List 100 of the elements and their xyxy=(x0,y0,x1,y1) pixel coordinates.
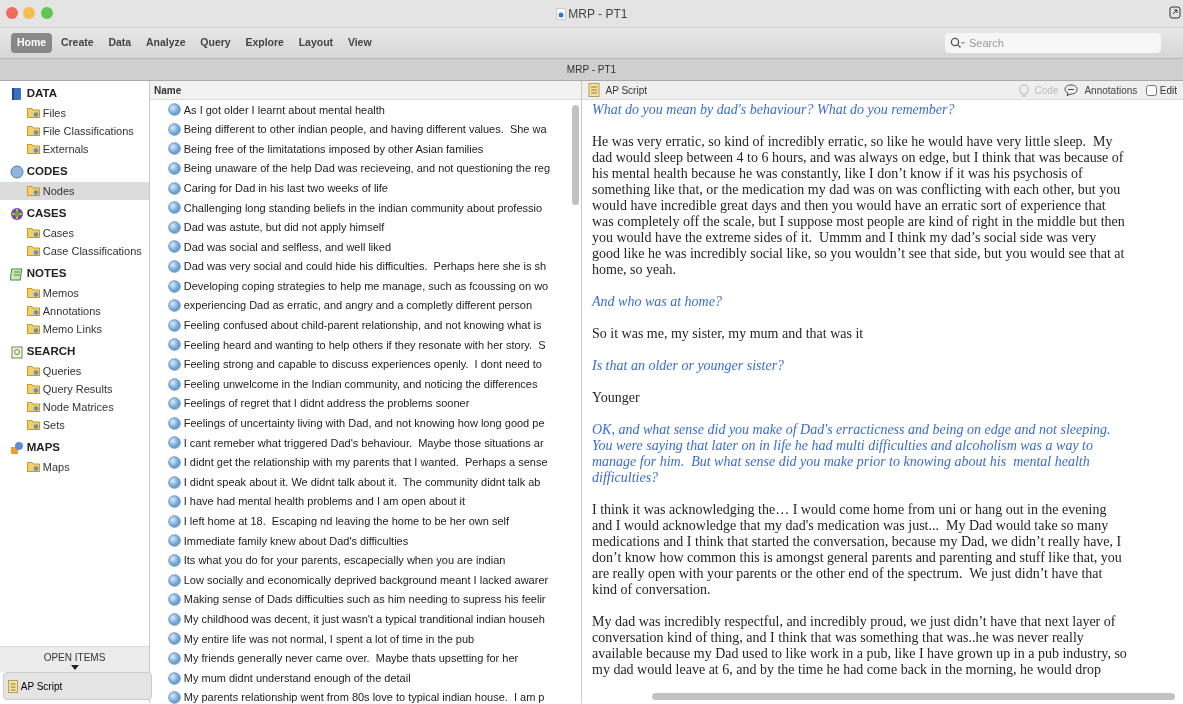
scrollbar[interactable] xyxy=(652,693,1175,700)
node-icon xyxy=(168,122,181,136)
scrollbar[interactable] xyxy=(572,105,579,205)
node-row[interactable]: My childhood was decent, it just wasn't a typical tranditional indian househ xyxy=(150,609,581,630)
node-icon xyxy=(168,338,181,352)
node-row[interactable]: Being free of the limitatations imposed by other Asian families xyxy=(150,139,581,159)
node-row[interactable]: My parents relationship went from 80s love to typical indian house. I am p xyxy=(150,687,581,704)
ribbon-tab[interactable]: Create xyxy=(54,33,100,53)
zoom-button[interactable] xyxy=(40,7,53,19)
section-title: NOTES xyxy=(26,266,67,282)
node-row[interactable]: Dad was social and selfless, and well liked xyxy=(150,237,581,257)
node-row[interactable]: I have had mental health problems and I am open about it xyxy=(150,491,581,512)
node-row[interactable]: Feelings of regret that I didnt address the problems sooner xyxy=(150,393,581,414)
node-row[interactable]: Feeling confused about child-parent relationship, and not knowing what is xyxy=(150,315,581,336)
node-icon xyxy=(168,240,181,254)
sidebar-item[interactable]: Query Results xyxy=(0,379,149,398)
sidebar-item[interactable]: Maps xyxy=(0,457,149,476)
node-row[interactable]: Immediate family knew about Dad's difficulties xyxy=(150,531,581,551)
globe-icon xyxy=(10,206,24,221)
node-row[interactable]: Feelings of uncertainty living with Dad, and not knowing how long good pe xyxy=(150,413,581,434)
edit-checkbox[interactable] xyxy=(1146,84,1157,96)
node-row[interactable]: Low socially and economically deprived background meant I lacked awarer xyxy=(150,570,581,590)
ribbon-tab[interactable]: Analyze xyxy=(139,33,192,53)
node-row[interactable]: Making sense of Dads difficulties such as him needing to supress his feelir xyxy=(150,589,581,610)
node-icon xyxy=(168,573,181,587)
share-icon[interactable] xyxy=(1169,6,1181,19)
search-field[interactable]: Search xyxy=(945,33,1161,53)
sidebar-item[interactable]: Node Matrices xyxy=(0,397,149,416)
ribbon-tab[interactable]: Data xyxy=(102,33,138,53)
sidebar-item[interactable]: Memo Links xyxy=(0,319,149,338)
ribbon-tab[interactable]: Layout xyxy=(292,33,340,53)
annotations-button[interactable]: Annotations xyxy=(1078,82,1144,98)
sidebar-item[interactable]: Externals xyxy=(0,139,149,158)
node-row[interactable]: Dad was astute, but did not apply himself xyxy=(150,217,581,238)
node-row[interactable]: My friends generally never came over. Maybe thats upsetting for her xyxy=(150,648,581,669)
node-icon xyxy=(168,181,181,195)
node-icon xyxy=(168,260,181,274)
node-row[interactable]: Being different to other indian people, and having different values. She wa xyxy=(150,119,581,140)
ribbon-tab[interactable]: Query xyxy=(194,33,237,53)
node-row[interactable]: I cant remeber what triggered Dad's behaviour. Maybe those situations ar xyxy=(150,433,581,453)
ribbon-tab[interactable]: Explore xyxy=(239,33,290,53)
column-header[interactable]: Name xyxy=(154,82,182,98)
node-icon xyxy=(168,456,181,469)
document-icon xyxy=(588,83,600,97)
sidebar-item[interactable]: Cases xyxy=(0,223,149,242)
node-icon xyxy=(168,279,181,293)
node-icon xyxy=(168,358,181,371)
edit-label: Edit xyxy=(1159,83,1177,98)
node-row[interactable]: I didnt get the relationship with my parents that I wanted. Perhaps a sense xyxy=(150,452,581,473)
node-row[interactable]: Feeling strong and capable to discuss experiences openly. I dont need to xyxy=(150,354,581,375)
node-icon xyxy=(168,220,181,234)
node-icon xyxy=(168,162,181,176)
folder-icon xyxy=(27,107,40,119)
node-row[interactable]: Being unaware of the help Dad was recieveing, and not questioning the reg xyxy=(150,158,581,179)
minimize-button[interactable] xyxy=(23,7,35,19)
folder-icon xyxy=(27,323,40,335)
answer-text: My dad was incredibly respectful, and incredibly proud, we just didn’t have that next layer of conversation kind of thing, and I think that was something that was..he was never really available because my Dad used to like work in a pub, like I have grown up in a pub industry, so my dad would leave at 6, and by the time he had come back in the morning, he would drop xyxy=(592,614,1127,678)
node-row[interactable]: My mum didnt understand enough of the detail xyxy=(150,668,581,688)
folder-icon xyxy=(27,305,40,317)
node-icon xyxy=(168,651,181,665)
folder-icon xyxy=(27,401,40,413)
sidebar-item[interactable]: Memos xyxy=(0,283,149,302)
node-icon xyxy=(168,397,181,411)
sidebar-item[interactable]: Annotations xyxy=(0,301,149,320)
node-row[interactable]: My entire life was not normal, I spent a lot of time in the pub xyxy=(150,629,581,649)
sidebar-item[interactable]: Files xyxy=(0,103,149,122)
question-text: Is that an older or younger sister? xyxy=(592,358,786,374)
section-title: CASES xyxy=(26,206,67,222)
node-row[interactable]: Caring for Dad in his last two weeks of life xyxy=(150,178,581,198)
document-icon xyxy=(555,7,566,20)
node-icon xyxy=(168,299,181,313)
sidebar-item[interactable]: Queries xyxy=(0,361,149,380)
ribbon-tab[interactable]: View xyxy=(341,33,378,53)
node-row[interactable]: I left home at 18. Escaping nd leaving the home to be her own self xyxy=(150,511,581,532)
window-title: MRP - PT1 xyxy=(568,5,628,23)
folder-icon xyxy=(27,245,40,257)
sidebar-item[interactable]: Sets xyxy=(0,415,149,434)
node-row[interactable]: As I got older I learnt about mental health xyxy=(150,100,581,120)
sidebar-item[interactable]: Case Classifications xyxy=(0,241,149,260)
close-button[interactable] xyxy=(5,7,18,19)
node-row[interactable]: Challenging long standing beliefs in the indian community about professio xyxy=(150,197,581,218)
node-row[interactable]: Feeling heard and wanting to help others if they resonate with her story. S xyxy=(150,335,581,355)
node-row[interactable]: Dad was very social and could hide his difficulties. Perhaps here she is sh xyxy=(150,256,581,277)
open-item[interactable]: AP Script xyxy=(3,672,152,700)
ribbon-tab[interactable]: Home xyxy=(11,33,53,53)
node-row[interactable]: Developing coping strategies to help me manage, such as fcoussing on wo xyxy=(150,276,581,296)
node-icon xyxy=(168,632,181,646)
node-row[interactable]: I didnt speak about it. We didnt talk about it. The community didnt talk ab xyxy=(150,472,581,492)
folder-icon xyxy=(27,461,40,473)
sidebar-item[interactable]: File Classifications xyxy=(0,121,149,140)
document-title: AP Script xyxy=(605,83,647,98)
node-row[interactable]: Its what you do for your parents, escapecially when you are indian xyxy=(150,550,581,571)
sidebar-item[interactable]: Nodes xyxy=(0,181,149,200)
section-title: DATA xyxy=(26,86,57,102)
caret-icon[interactable] xyxy=(70,664,79,670)
node-row[interactable]: experiencing Dad as erratic, and angry and a completly different person xyxy=(150,295,581,316)
node-row[interactable]: Feeling unwelcome in the Indian community, and noticing the differences xyxy=(150,374,581,394)
node-icon xyxy=(168,495,181,509)
answer-text: He was very erratic, so kind of incredibly erratic, so like he would have very little sleep. My dad would sleep between 4 to 6 hours, and was always on edge, but I think that was because of his mental health because he was constantly, like I don’t know if it was his psychosis of something like that, or the medication my dad was on was conflicting with each other, but you would have incredible great days and then you would have an erratic sort of experience that was completely off the scale, but I suppose most people are kind of right in the middle but then you would have the extreme sides of it. Ummm and I think my dad’s social side was very good like he was incredibly social like, so you wouldn’t see that side, but you would see that at home, so yeah. xyxy=(592,134,1126,278)
section-title: MAPS xyxy=(26,440,60,456)
